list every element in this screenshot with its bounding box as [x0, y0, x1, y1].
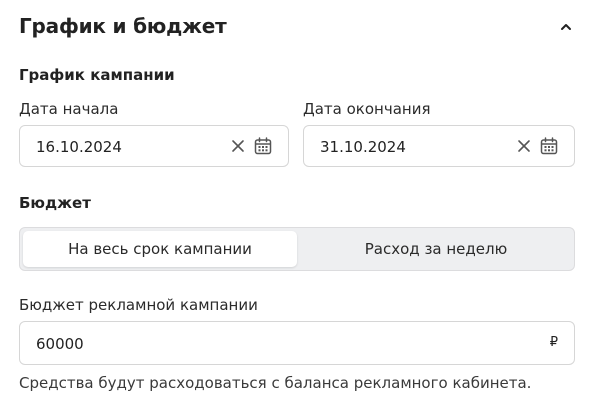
budget-mode-weekly[interactable]: Расход за неделю — [299, 231, 573, 267]
budget-amount-field[interactable]: 60000 ₽ — [19, 321, 575, 365]
budget-field-label: Бюджет рекламной кампании — [19, 296, 258, 314]
end-date-value[interactable]: 31.10.2024 — [320, 138, 406, 156]
budget-amount-value[interactable]: 60000 — [36, 335, 84, 353]
calendar-icon[interactable] — [254, 137, 272, 155]
chevron-up-icon — [561, 24, 571, 30]
currency-symbol: ₽ — [549, 335, 558, 350]
calendar-icon[interactable] — [540, 137, 558, 155]
clear-icon[interactable] — [230, 138, 246, 154]
collapse-button[interactable] — [555, 16, 577, 38]
section-title: График и бюджет — [19, 14, 227, 38]
start-date-label: Дата начала — [19, 100, 119, 118]
start-date-field[interactable]: 16.10.2024 — [19, 125, 289, 167]
budget-heading: Бюджет — [19, 194, 91, 212]
end-date-label: Дата окончания — [303, 100, 431, 118]
start-date-value[interactable]: 16.10.2024 — [36, 138, 122, 156]
budget-mode-switch: На весь срок кампании Расход за неделю — [19, 227, 575, 271]
schedule-heading: График кампании — [19, 66, 175, 84]
end-date-field[interactable]: 31.10.2024 — [303, 125, 575, 167]
clear-icon[interactable] — [516, 138, 532, 154]
section-header[interactable]: График и бюджет — [19, 10, 579, 44]
budget-mode-total[interactable]: На весь срок кампании — [23, 231, 297, 267]
budget-hint: Средства будут расходоваться с баланса р… — [19, 374, 532, 392]
